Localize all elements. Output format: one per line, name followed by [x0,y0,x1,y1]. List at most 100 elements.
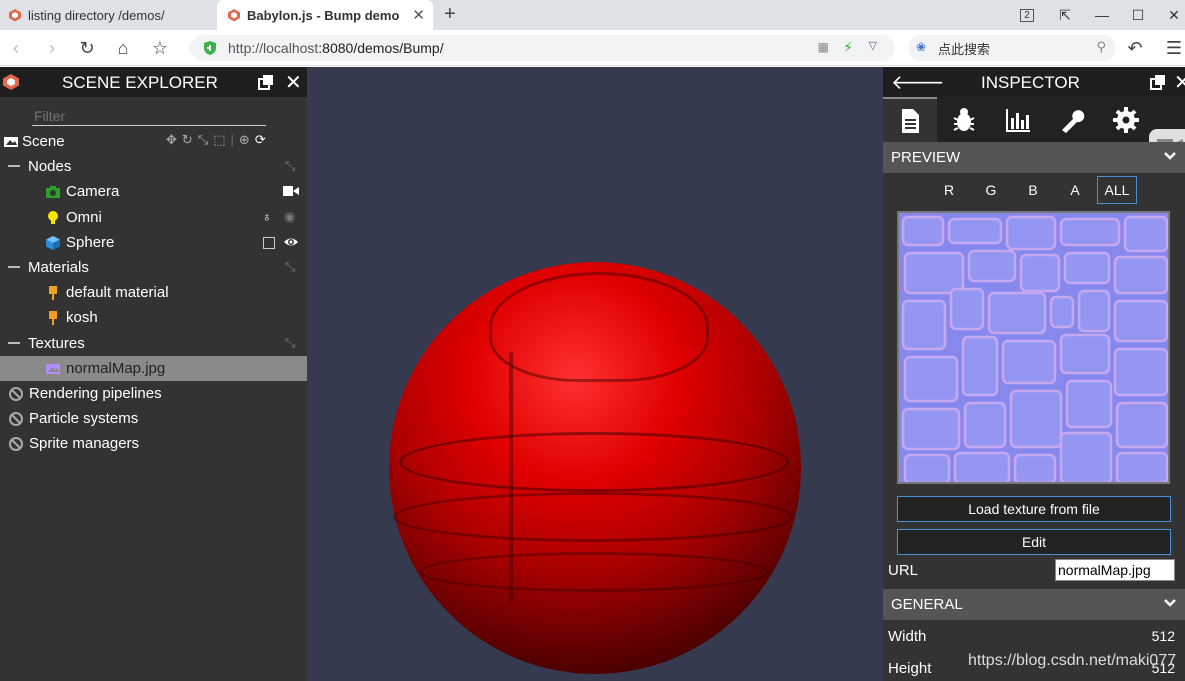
collapse-icon[interactable] [8,165,20,168]
tree-item-rendering-pipelines[interactable]: Rendering pipelines [0,381,307,406]
close-icon[interactable]: ✕ [1174,70,1185,95]
tab-statistics[interactable] [991,97,1045,142]
popout-icon[interactable] [258,74,274,90]
search-icon[interactable]: ⚲ [1096,39,1106,55]
tree-item-sprite-managers[interactable]: Sprite managers [0,431,307,456]
bounding-box-toggle-icon[interactable] [263,236,275,249]
home-icon[interactable]: ⌂ [111,36,135,60]
window-counter-icon[interactable]: 2 [1009,0,1045,30]
tab-properties[interactable] [883,97,937,142]
tree-item-kosh[interactable]: kosh [0,305,307,330]
new-tab-icon[interactable]: + [444,3,456,26]
paint-brush-icon [49,311,57,326]
tab-tools[interactable] [1045,97,1099,142]
tree-item-normalmap[interactable]: normalMap.jpg [0,355,307,381]
load-texture-button[interactable]: Load texture from file [897,496,1171,522]
section-preview[interactable]: PREVIEW [883,142,1185,173]
tree-item-omni[interactable]: Omni ♁ ◉ [0,205,307,230]
section-title: PREVIEW [891,149,961,166]
back-icon[interactable]: ‹ [4,36,28,60]
pin-icon[interactable]: ⇱ [1047,0,1083,30]
secure-shield-icon [204,41,216,55]
tree-item-sphere[interactable]: Sphere [0,230,307,255]
tree-group-textures[interactable]: Textures ⤡ [0,331,307,356]
bookmark-star-icon[interactable]: ☆ [148,36,172,60]
back-arrow-icon[interactable]: 🡐 [891,70,945,95]
search-box[interactable]: ❀ 点此搜索 ⚲ [908,35,1116,61]
item-label: default material [66,284,169,302]
refresh-icon[interactable]: ⟳ [255,132,266,148]
channel-r-button[interactable]: R [929,176,969,204]
texture-preview-image [897,211,1170,484]
normal-map-preview [899,213,1168,482]
translate-gizmo-icon[interactable]: ✥ [166,132,177,148]
babylon-favicon-icon [9,9,21,22]
rotate-gizmo-icon[interactable]: ↻ [182,132,193,148]
edit-texture-button[interactable]: Edit [897,529,1171,555]
scene-label: Scene [22,133,65,150]
tab-debug[interactable] [937,97,991,142]
tab-listing-directory[interactable]: listing directory /demos/ [0,0,215,30]
qr-code-icon[interactable]: ▦ [818,40,829,54]
crosshair-icon[interactable]: ⊕ [239,132,250,148]
expand-all-icon[interactable]: ⤡ [285,158,301,174]
collapse-icon[interactable] [8,265,20,268]
chart-icon [1006,108,1030,132]
collapse-icon[interactable] [8,341,20,344]
group-label: Nodes [28,158,72,176]
width-label: Width [888,628,927,645]
tab-bump-demo[interactable]: Babylon.js - Bump demo ✕ [217,0,433,30]
image-icon [46,363,60,374]
minimize-icon[interactable]: — [1084,0,1120,30]
tree-row-scene[interactable]: Scene ✥ ↻ ⤡ ⬚ | ⊕ ⟳ [0,129,307,154]
channel-a-button[interactable]: A [1055,176,1095,204]
chevron-down-icon[interactable]: ▽ [869,39,877,52]
url-input[interactable] [1055,559,1175,581]
chevron-down-icon[interactable] [1163,596,1177,610]
tree-item-particle-systems[interactable]: Particle systems [0,406,307,431]
bounding-box-icon[interactable]: ⬚ [213,132,225,148]
reload-icon[interactable]: ↻ [75,36,99,60]
inspector-panel: 🡐 INSPECTOR ✕ PREVIEW R G B A ALL Load t… [883,67,1185,681]
forward-icon[interactable]: › [40,36,64,60]
height-label: Height [888,660,932,677]
panel-title: INSPECTOR [981,73,1080,92]
filter-input[interactable] [32,106,266,126]
chevron-down-icon[interactable] [1163,149,1177,163]
eye-icon[interactable] [283,234,299,250]
video-camera-icon[interactable] [283,183,299,199]
close-icon[interactable]: ✕ [285,70,302,95]
scale-gizmo-icon[interactable]: ⤡ [198,132,208,148]
eye-icon[interactable]: ◉ [284,209,300,225]
section-general[interactable]: GENERAL [883,589,1185,620]
group-label: Textures [28,334,85,352]
inspector-header: 🡐 INSPECTOR ✕ [883,67,1185,97]
lightning-icon[interactable]: ⚡ [843,39,853,56]
tree-group-materials[interactable]: Materials ⤡ [0,255,307,280]
tab-title: listing directory /demos/ [28,7,165,23]
tab-settings[interactable] [1099,97,1153,142]
close-tab-icon[interactable]: ✕ [412,6,425,24]
scene-explorer-header: SCENE EXPLORER ✕ [0,67,307,97]
expand-all-icon[interactable]: ⤡ [285,335,301,351]
tree-item-default-material[interactable]: default material [0,280,307,305]
channel-g-button[interactable]: G [971,176,1011,204]
window-close-icon[interactable]: ✕ [1156,0,1185,30]
render-canvas[interactable] [307,67,883,681]
document-icon [902,108,919,133]
undo-icon[interactable]: ↶ [1123,36,1147,60]
channel-b-button[interactable]: B [1013,176,1053,204]
channel-all-button[interactable]: ALL [1097,176,1137,204]
popout-icon[interactable] [1150,74,1166,90]
ban-icon [9,386,23,401]
search-engine-icon: ❀ [916,40,927,54]
menu-icon[interactable]: ☰ [1162,36,1185,60]
tree-item-camera[interactable]: Camera [0,179,307,204]
maximize-icon[interactable]: ☐ [1120,0,1156,30]
light-toggle-icon[interactable]: ♁ [262,209,278,225]
bump-sphere-mesh [389,262,801,674]
tree-group-nodes[interactable]: Nodes ⤡ [0,154,307,179]
url-field[interactable]: http://localhost:8080/demos/Bump/ ▦ ⚡ ▽ [190,35,895,61]
scene-explorer-panel: SCENE EXPLORER ✕ Scene ✥ ↻ ⤡ ⬚ | ⊕ ⟳ Nod… [0,67,307,681]
expand-all-icon[interactable]: ⤡ [285,259,301,275]
